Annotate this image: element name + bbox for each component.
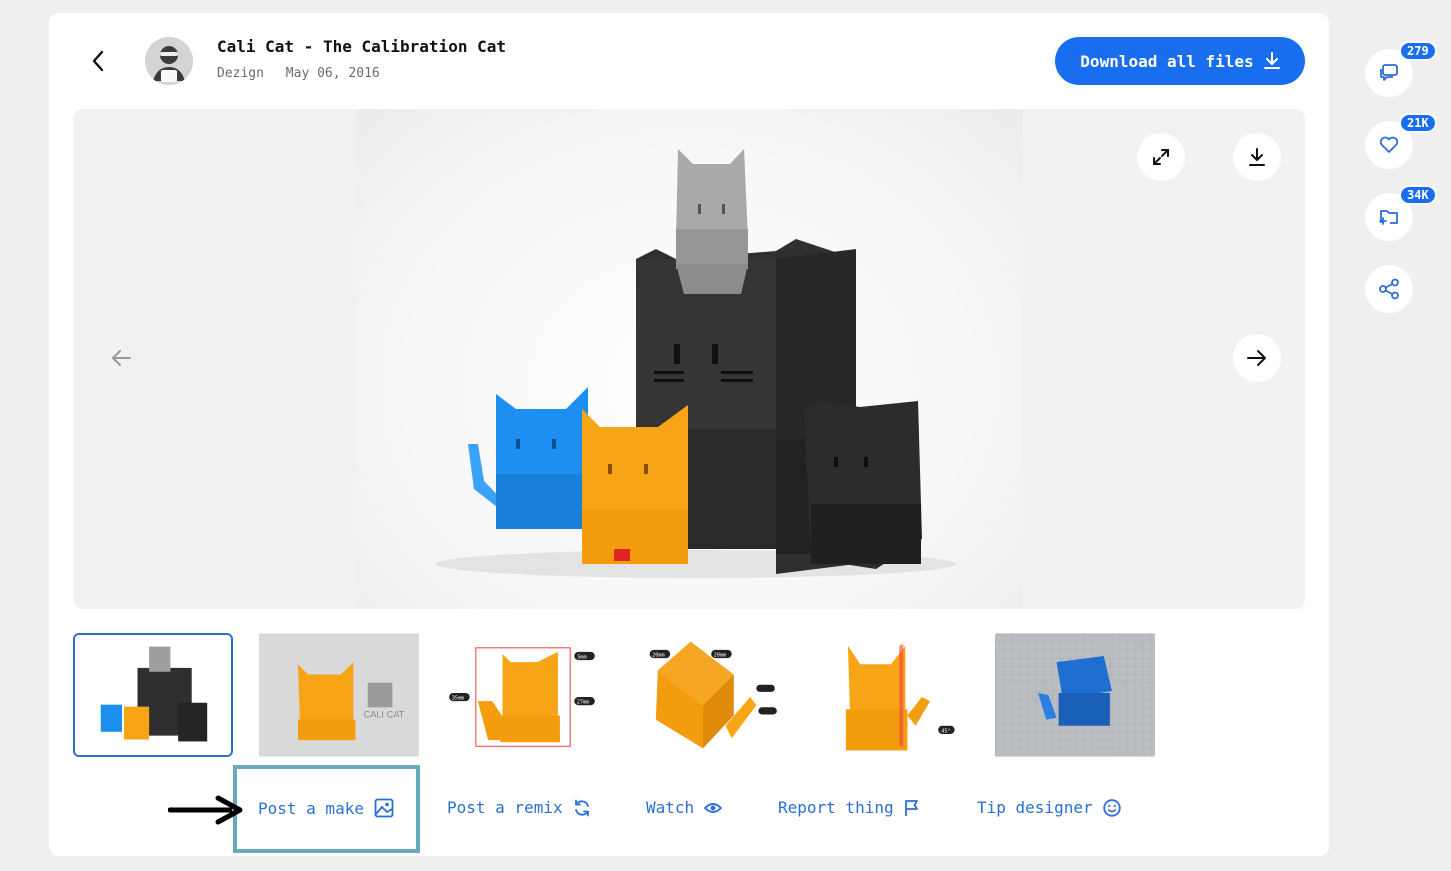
image-viewer [73,109,1305,609]
thumb-orange-cat-logo[interactable]: CALI CAT [259,633,419,757]
avatar-image [145,37,193,85]
folder-add-icon [1379,210,1398,225]
author-avatar[interactable] [145,37,193,85]
thumb-dim-45: 45° [941,728,950,734]
thumb-dimensions-top-image: 20mm 20mm [623,633,783,757]
thumb-dim-20mm-b: 20mm [714,653,726,659]
next-image-button[interactable] [1233,334,1281,382]
comments-button[interactable]: 279 [1365,41,1437,97]
arrow-left-icon [112,350,131,366]
thumb-cats-group-image [75,635,231,755]
report-label: Report thing [778,798,894,817]
thumb-dimensions-front-image: 5mm 35mm 27mm [443,633,603,757]
thumb-blue-render[interactable] [995,633,1155,757]
download-image-button[interactable] [1233,133,1281,181]
chevron-left-icon [92,50,104,72]
smile-icon [1102,798,1121,817]
main-photo [356,109,1022,609]
thumb-logo-text: CALI CAT [364,710,405,720]
thumb-cats-group[interactable] [73,633,233,757]
thumb-dim-20mm-a: 20mm [652,653,664,659]
thumb-dim-5mm: 5mm [577,655,586,661]
comments-count-badge: 279 [1399,41,1437,61]
like-button[interactable]: 21K [1365,113,1437,169]
back-button[interactable] [85,46,111,76]
thumb-blue-render-image [995,633,1155,757]
download-all-button[interactable]: Download all files [1055,37,1305,85]
post-remix-button[interactable]: Post a remix [447,798,591,817]
thing-meta: Dezign May 06, 2016 [217,66,380,81]
post-remix-label: Post a remix [447,798,563,817]
thumb-dimensions-front[interactable]: 5mm 35mm 27mm [443,633,603,757]
expand-icon [1153,149,1169,165]
likes-count-badge: 21K [1399,113,1437,133]
flag-icon [904,799,918,816]
highlight-annotation-box [233,765,420,853]
thumb-dim-35mm: 35mm [452,696,464,702]
share-icon [1379,278,1399,300]
tip-label: Tip designer [977,798,1093,817]
download-icon [1263,52,1280,69]
download-all-label: Download all files [1080,51,1254,71]
collect-button[interactable]: 34K [1365,185,1437,241]
fullscreen-button[interactable] [1137,133,1185,181]
report-thing-button[interactable]: Report thing [778,798,920,817]
thing-title: Cali Cat - The Calibration Cat [217,37,506,56]
thumb-overhang-side[interactable]: 45° [811,633,971,757]
refresh-icon [574,799,589,816]
collections-count-badge: 34K [1399,185,1437,205]
previous-image-button[interactable] [97,334,145,382]
cali-cat-photo [436,149,956,578]
watch-label: Watch [646,798,695,817]
publish-date: May 06, 2016 [285,66,380,81]
author-name[interactable]: Dezign [217,66,264,81]
tip-designer-button[interactable]: Tip designer [977,798,1121,817]
arrow-annotation-icon [168,795,243,825]
heart-icon [1379,136,1399,153]
thumb-overhang-side-image: 45° [811,633,971,757]
comments-icon [1380,64,1398,81]
download-icon [1249,148,1265,166]
arrow-right-icon [1247,350,1266,366]
thumb-dim-27mm: 27mm [577,700,589,706]
share-button[interactable] [1365,265,1413,313]
thumb-orange-cat-logo-image: CALI CAT [259,633,419,757]
thumb-dimensions-top[interactable]: 20mm 20mm [623,633,783,757]
watch-button[interactable]: Watch [646,798,723,817]
eye-icon [704,802,723,813]
